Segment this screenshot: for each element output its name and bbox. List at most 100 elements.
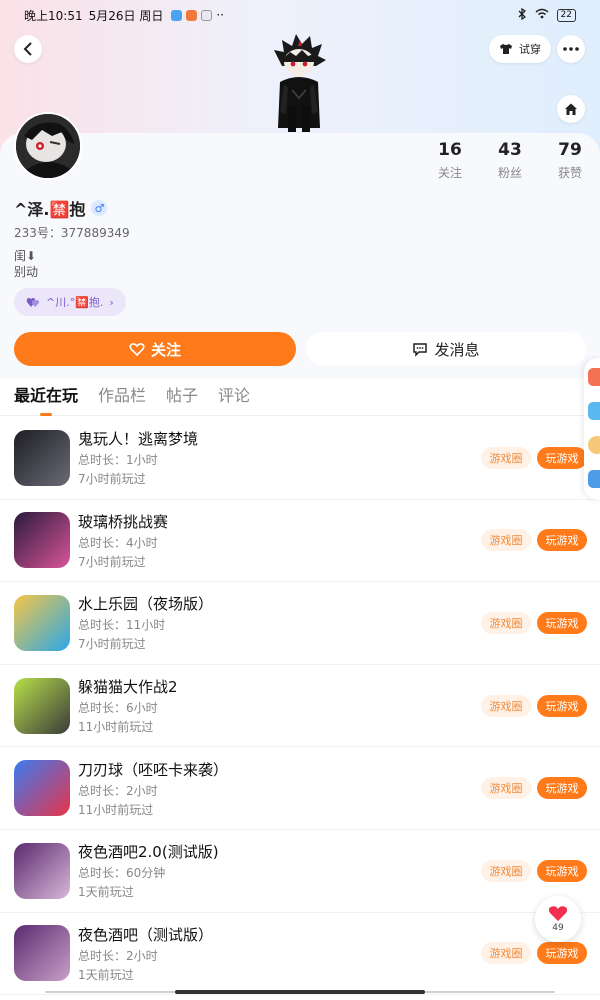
follow-button[interactable]: 关注: [14, 332, 296, 366]
bio-line: 闺⬇: [14, 249, 37, 263]
play-game-button[interactable]: 玩游戏: [537, 446, 587, 469]
game-icon[interactable]: [14, 429, 70, 486]
floating-app-icon[interactable]: [588, 436, 600, 454]
game-duration: 总时长：1小时: [78, 453, 158, 468]
app-notification-icon: [186, 9, 198, 21]
list-item[interactable]: 躲猫猫大作战2 总时长：6小时 11小时前玩过 游戏圈 玩游戏: [0, 665, 600, 748]
list-item[interactable]: 玻璃桥挑战赛 总时长：4小时 7小时前玩过 游戏圈 玩游戏: [0, 500, 600, 583]
heart-plus-icon: [129, 343, 145, 356]
stat-following[interactable]: 16 关注: [420, 140, 480, 181]
home-button[interactable]: [557, 95, 585, 123]
game-title: 鬼玩人！逃离梦境: [78, 430, 199, 449]
game-circle-button[interactable]: 游戏圈: [481, 942, 531, 965]
tab-comments[interactable]: 评论: [218, 378, 250, 416]
status-right: 22: [517, 7, 576, 23]
profile-stats: 16 关注 43 粉丝 79 获赞: [420, 140, 600, 181]
list-item[interactable]: 夜色酒吧2.0(测试版) 总时长：60分钟 1天前玩过 游戏圈 玩游戏: [0, 830, 600, 913]
game-last-played: 11小时前玩过: [78, 802, 154, 817]
game-circle-button[interactable]: 游戏圈: [481, 446, 531, 469]
status-date: 5月26日 周日: [88, 8, 164, 23]
send-message-button[interactable]: 发消息: [306, 332, 586, 366]
game-last-played: 7小时前玩过: [78, 637, 146, 652]
stat-following-label: 关注: [437, 166, 462, 180]
game-duration: 总时长：2小时: [78, 783, 158, 798]
like-count: 49: [552, 923, 564, 933]
stat-following-count: 16: [438, 140, 462, 160]
play-game-button[interactable]: 玩游戏: [537, 611, 587, 634]
like-float-button[interactable]: 49: [535, 896, 581, 942]
more-options-button[interactable]: [557, 35, 585, 63]
play-game-button[interactable]: 玩游戏: [537, 694, 587, 717]
play-game-button[interactable]: 玩游戏: [537, 777, 587, 800]
game-title: 刀刃球（呸呸卡来袭）: [78, 760, 229, 779]
battery-indicator: 22: [556, 8, 576, 22]
heart-icon: [548, 906, 568, 921]
user-id: 233号：377889349: [14, 226, 130, 240]
game-title: 水上乐园（夜场版）: [78, 595, 214, 614]
game-circle-button[interactable]: 游戏圈: [481, 529, 531, 552]
list-item[interactable]: 鬼玩人！逃离梦境 总时长：1小时 7小时前玩过 游戏圈 玩游戏: [0, 417, 600, 500]
game-last-played: 1天前玩过: [78, 967, 134, 982]
game-icon[interactable]: [14, 677, 70, 734]
stat-fans-label: 粉丝: [497, 166, 522, 180]
game-icon[interactable]: [14, 925, 70, 982]
user-avatar[interactable]: [14, 112, 82, 180]
username-row: ^泽.🈲抱 ♂: [14, 196, 108, 220]
fan-tag-label: ^川.°🈲抱.: [46, 296, 104, 309]
game-circle-button[interactable]: 游戏圈: [481, 611, 531, 634]
chevron-right-icon: ›: [109, 295, 114, 309]
app-notification-icon: [171, 9, 183, 21]
play-game-button[interactable]: 玩游戏: [537, 859, 587, 882]
game-duration: 总时长：2小时: [78, 948, 158, 963]
tab-recently-played[interactable]: 最近在玩: [14, 378, 78, 416]
play-game-button[interactable]: 玩游戏: [537, 529, 587, 552]
back-button[interactable]: [14, 35, 42, 63]
tryon-button[interactable]: 试穿: [489, 35, 551, 63]
game-title: 夜色酒吧（测试版）: [78, 925, 214, 944]
status-time: 晚上10:51: [24, 8, 83, 23]
send-message-label: 发消息: [434, 340, 480, 359]
chat-bubble-icon: [413, 342, 428, 357]
side-float-toolbar[interactable]: [584, 358, 600, 500]
game-title: 躲猫猫大作战2: [78, 678, 178, 697]
username: ^泽.🈲抱: [14, 200, 86, 219]
game-circle-button[interactable]: 游戏圈: [481, 777, 531, 800]
stat-likes-label: 获赞: [557, 166, 582, 180]
game-icon[interactable]: [14, 594, 70, 651]
avatar-character-figure[interactable]: [268, 32, 330, 138]
stat-fans[interactable]: 43 粉丝: [480, 140, 540, 181]
chevron-left-icon: [23, 42, 32, 56]
game-circle-button[interactable]: 游戏圈: [481, 859, 531, 882]
user-bio: 闺⬇ 别动: [14, 248, 38, 280]
stat-likes-count: 79: [558, 140, 582, 160]
floating-app-icon[interactable]: [588, 402, 600, 420]
list-item[interactable]: 刀刃球（呸呸卡来袭） 总时长：2小时 11小时前玩过 游戏圈 玩游戏: [0, 747, 600, 830]
game-icon[interactable]: [14, 512, 70, 569]
game-list: 鬼玩人！逃离梦境 总时长：1小时 7小时前玩过 游戏圈 玩游戏 玻璃桥挑战赛 总…: [0, 417, 600, 996]
floating-app-icon[interactable]: [588, 470, 600, 488]
play-game-button[interactable]: 玩游戏: [537, 942, 587, 965]
floating-app-icon[interactable]: [588, 368, 600, 386]
game-icon[interactable]: [14, 760, 70, 817]
home-indicator[interactable]: [175, 990, 425, 994]
game-icon[interactable]: [14, 842, 70, 899]
game-duration: 总时长：6小时: [78, 701, 158, 716]
list-item[interactable]: 夜色酒吧（测试版） 总时长：2小时 1天前玩过 游戏圈 玩游戏: [0, 913, 600, 996]
list-item[interactable]: 水上乐园（夜场版） 总时长：11小时 7小时前玩过 游戏圈 玩游戏: [0, 582, 600, 665]
bluetooth-icon: [517, 7, 527, 23]
stat-likes[interactable]: 79 获赞: [540, 140, 600, 181]
game-duration: 总时长：4小时: [78, 535, 158, 550]
game-duration: 总时长：60分钟: [78, 866, 166, 881]
game-duration: 总时长：11小时: [78, 618, 166, 633]
wifi-icon: [535, 8, 549, 22]
app-notification-icon: [201, 9, 213, 21]
tab-posts[interactable]: 帖子: [166, 378, 198, 416]
home-icon: [565, 103, 577, 115]
tab-works[interactable]: 作品栏: [98, 378, 146, 416]
game-circle-button[interactable]: 游戏圈: [481, 694, 531, 717]
bio-line: 别动: [14, 265, 39, 279]
more-dots-icon: [563, 47, 579, 51]
game-last-played: 11小时前玩过: [78, 720, 154, 735]
fan-group-tag[interactable]: ^川.°🈲抱. ›: [14, 288, 126, 316]
status-bar: 晚上10:51 5月26日 周日 ·· 22: [0, 0, 600, 30]
